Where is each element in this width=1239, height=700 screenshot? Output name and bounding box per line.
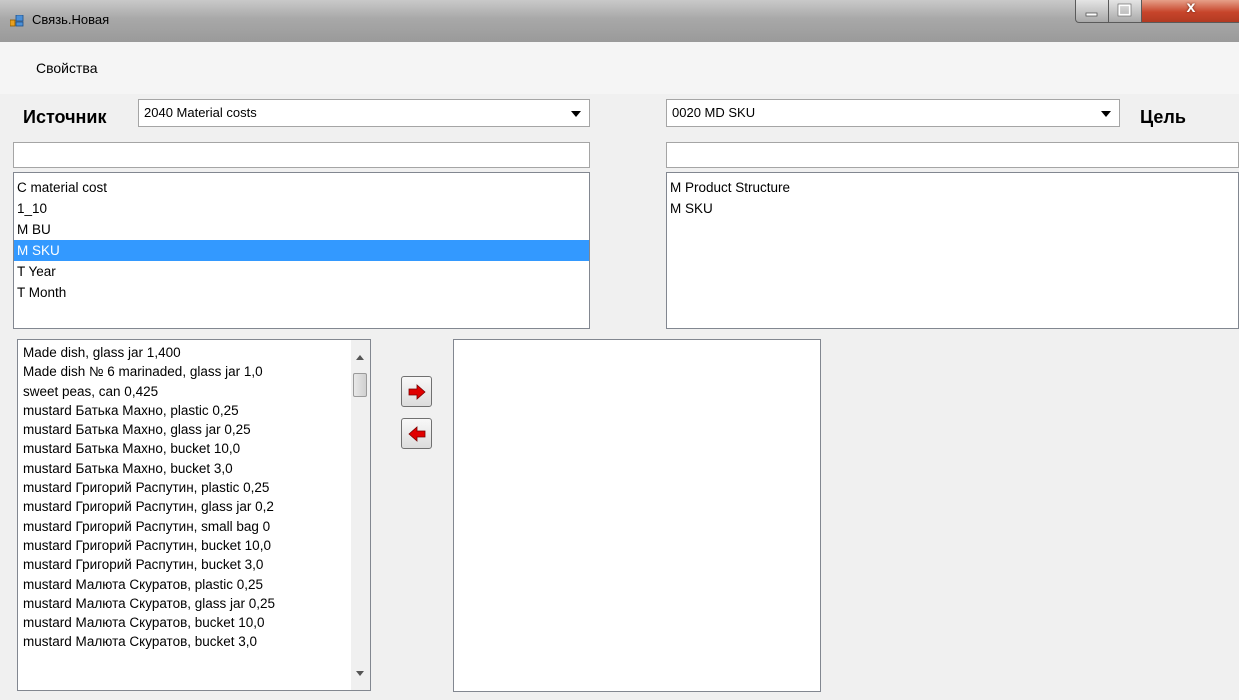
list-item[interactable]: Made dish № 6 marinaded, glass jar 1,0 [18, 362, 348, 381]
menu-item-properties[interactable]: Свойства [36, 60, 97, 76]
close-button[interactable]: x [1141, 0, 1239, 23]
scroll-thumb[interactable] [353, 373, 367, 397]
list-item[interactable]: sweet peas, can 0,425 [18, 382, 348, 401]
list-item[interactable]: mustard Григорий Распутин, glass jar 0,2 [18, 497, 348, 516]
list-item[interactable]: Made dish, glass jar 1,400 [18, 343, 348, 362]
list-item[interactable]: mustard Малюта Скуратов, bucket 10,0 [18, 613, 348, 632]
source-combo-value: 2040 Material costs [144, 105, 257, 120]
window-title: Связь.Новая [32, 12, 110, 27]
window-app-icon [10, 15, 24, 27]
source-combo[interactable]: 2040 Material costs [138, 99, 590, 127]
mapped-member-list[interactable] [453, 339, 821, 692]
target-dimension-list[interactable]: M Product Structure M SKU [666, 172, 1239, 329]
list-item[interactable]: M Product Structure [667, 177, 1238, 198]
list-item[interactable]: T Month [14, 282, 589, 303]
list-item-selected[interactable]: M SKU [14, 240, 589, 261]
maximize-icon [1117, 3, 1132, 17]
minimize-button[interactable] [1075, 0, 1109, 23]
member-list[interactable]: Made dish, glass jar 1,400 Made dish № 6… [17, 339, 371, 691]
remove-left-button[interactable] [401, 418, 432, 449]
target-combo[interactable]: 0020 MD SKU [666, 99, 1120, 127]
chevron-down-icon [571, 111, 581, 117]
list-item[interactable]: mustard Григорий Распутин, small bag 0 [18, 517, 348, 536]
source-dimension-list[interactable]: C material cost 1_10 M BU M SKU T Year T… [13, 172, 590, 329]
list-item[interactable]: mustard Григорий Распутин, plastic 0,25 [18, 478, 348, 497]
source-filter-input[interactable] [13, 142, 590, 168]
list-item[interactable]: mustard Малюта Скуратов, plastic 0,25 [18, 575, 348, 594]
arrow-left-icon [408, 426, 426, 442]
list-item[interactable]: mustard Батька Махно, plastic 0,25 [18, 401, 348, 420]
list-item[interactable]: mustard Малюта Скуратов, bucket 3,0 [18, 632, 348, 651]
maximize-button[interactable] [1108, 0, 1142, 23]
list-item[interactable]: M BU [14, 219, 589, 240]
list-item[interactable]: mustard Малюта Скуратов, glass jar 0,25 [18, 594, 348, 613]
chevron-down-icon [1101, 111, 1111, 117]
list-item[interactable]: mustard Батька Махно, bucket 10,0 [18, 439, 348, 458]
list-item[interactable]: mustard Батька Махно, glass jar 0,25 [18, 420, 348, 439]
source-label: Источник [23, 107, 107, 127]
target-filter-input[interactable] [666, 142, 1239, 168]
minimize-icon [1085, 12, 1098, 17]
close-icon: x [1186, 0, 1196, 16]
list-item[interactable]: M SKU [667, 198, 1238, 219]
menu-bar: Свойства [0, 42, 1239, 94]
target-combo-value: 0020 MD SKU [672, 105, 756, 120]
add-right-button[interactable] [401, 376, 432, 407]
list-item[interactable]: 1_10 [14, 198, 589, 219]
list-item[interactable]: C material cost [14, 177, 589, 198]
list-item[interactable]: mustard Григорий Распутин, bucket 10,0 [18, 536, 348, 555]
scroll-up-icon[interactable] [356, 355, 364, 360]
list-item[interactable]: T Year [14, 261, 589, 282]
list-item[interactable]: mustard Григорий Распутин, bucket 3,0 [18, 555, 348, 574]
member-list-scrollbar[interactable] [351, 340, 370, 690]
title-bar: Связь.Новая x [0, 0, 1239, 42]
arrow-right-icon [408, 384, 426, 400]
scroll-down-icon[interactable] [356, 671, 364, 676]
list-item[interactable]: mustard Батька Махно, bucket 3,0 [18, 459, 348, 478]
target-label: Цель [1140, 107, 1186, 127]
